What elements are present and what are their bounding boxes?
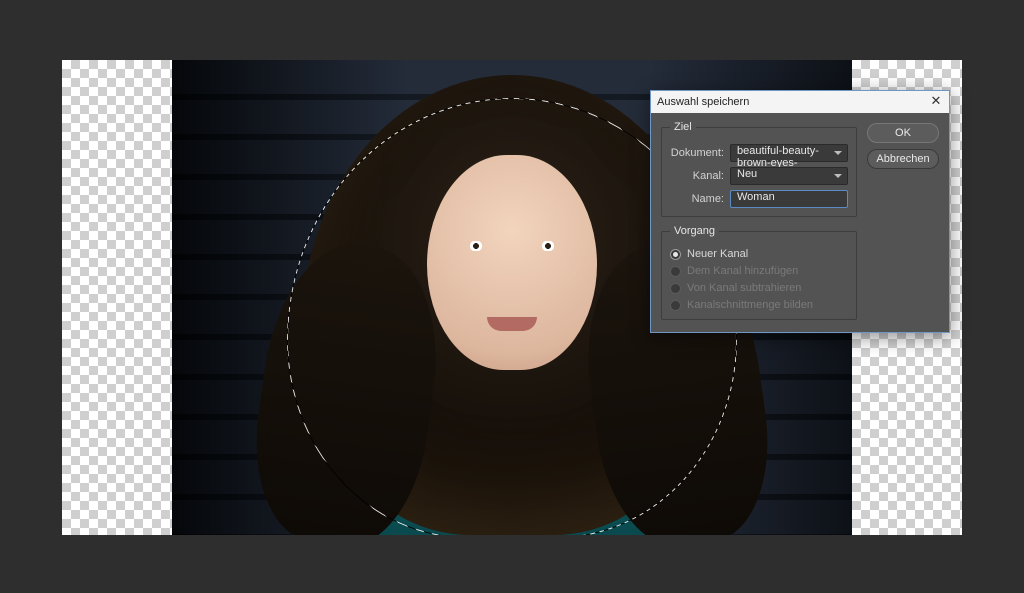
subject-face bbox=[427, 155, 597, 370]
close-icon[interactable]: ✕ bbox=[929, 95, 943, 109]
channel-select-value: Neu bbox=[737, 168, 757, 180]
destination-legend: Ziel bbox=[670, 121, 696, 133]
op-add-to-channel-label: Dem Kanal hinzufügen bbox=[687, 265, 798, 277]
op-intersect-with-channel: Kanalschnittmenge bilden bbox=[670, 299, 848, 311]
op-subtract-from-channel-label: Von Kanal subtrahieren bbox=[687, 282, 801, 294]
ok-button[interactable]: OK bbox=[867, 123, 939, 143]
document-select[interactable]: beautiful-beauty-brown-eyes-1065… bbox=[730, 144, 848, 162]
op-new-channel-label: Neuer Kanal bbox=[687, 248, 748, 260]
save-selection-dialog: Auswahl speichern ✕ Ziel Dokument: beaut… bbox=[650, 90, 950, 333]
channel-select[interactable]: Neu bbox=[730, 167, 848, 185]
dialog-titlebar[interactable]: Auswahl speichern ✕ bbox=[651, 91, 949, 113]
radio-icon bbox=[670, 300, 681, 311]
radio-icon bbox=[670, 266, 681, 277]
operation-legend: Vorgang bbox=[670, 225, 719, 237]
name-label: Name: bbox=[670, 193, 724, 205]
transparency-checker-left bbox=[62, 60, 172, 535]
op-subtract-from-channel: Von Kanal subtrahieren bbox=[670, 282, 848, 294]
operation-group: Vorgang Neuer Kanal Dem Kanal hinzufügen… bbox=[661, 225, 857, 320]
destination-group: Ziel Dokument: beautiful-beauty-brown-ey… bbox=[661, 121, 857, 217]
op-add-to-channel: Dem Kanal hinzufügen bbox=[670, 265, 848, 277]
name-input[interactable]: Woman bbox=[730, 190, 848, 208]
subject-mouth bbox=[487, 317, 537, 331]
radio-icon bbox=[670, 249, 681, 260]
name-input-value: Woman bbox=[737, 191, 775, 203]
cancel-button[interactable]: Abbrechen bbox=[867, 149, 939, 169]
op-new-channel[interactable]: Neuer Kanal bbox=[670, 248, 848, 260]
document-label: Dokument: bbox=[670, 147, 724, 159]
radio-icon bbox=[670, 283, 681, 294]
dialog-title: Auswahl speichern bbox=[657, 91, 749, 113]
op-intersect-with-channel-label: Kanalschnittmenge bilden bbox=[687, 299, 813, 311]
channel-label: Kanal: bbox=[670, 170, 724, 182]
